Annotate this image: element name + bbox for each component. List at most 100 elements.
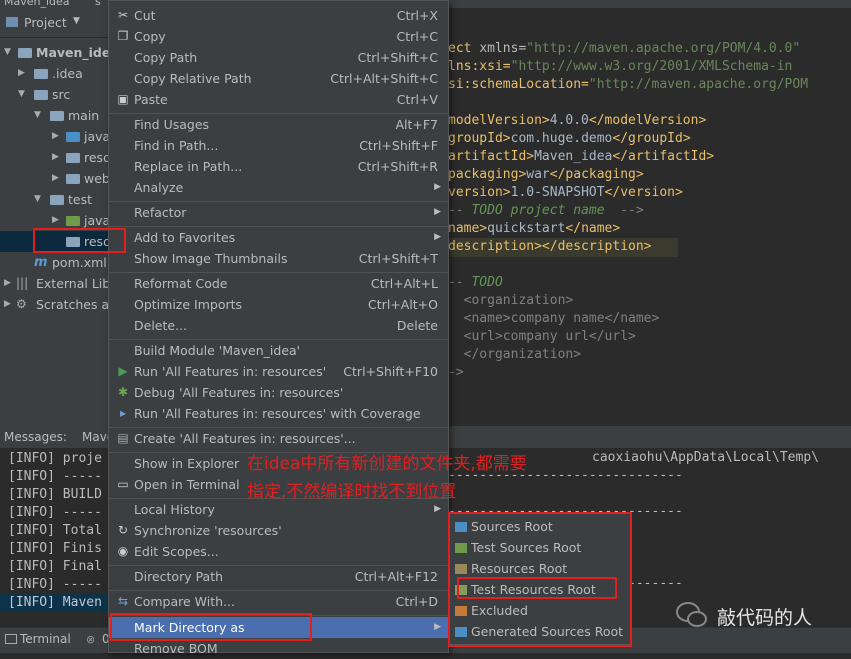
menu-item-shortcut: Ctrl+Alt+L [370,276,438,291]
menu-item-remove-bom[interactable]: Remove BOM [109,638,448,659]
chevron-right-icon[interactable]: ▶ [52,126,59,147]
code-token: <organization> [448,293,574,308]
folder-icon [34,90,48,100]
menu-item-compare-with[interactable]: ⇆ Compare With... Ctrl+D [109,591,448,612]
menu-item-edit-scopes[interactable]: ◉ Edit Scopes... [109,541,448,562]
scissors-icon: ✂ [117,8,129,22]
terminal-icon: ▭ [117,477,129,491]
messages-tool-icon: ⊗ [86,633,96,646]
menu-item-replace-in-path[interactable]: Replace in Path... Ctrl+Shift+R [109,156,448,177]
menu-item-copy[interactable]: ❐ Copy Ctrl+C [109,26,448,47]
folder-icon [66,174,80,184]
code-line: description></description> [448,238,652,256]
code-token: com.huge.demo [510,131,613,146]
tree-item[interactable]: ▶ java [0,126,110,147]
menu-item-shortcut: Ctrl+Shift+F [359,138,438,153]
chevron-down-icon[interactable]: ▼ [4,42,11,63]
menu-item-build-module-maven-idea[interactable]: Build Module 'Maven_idea' [109,340,448,361]
tree-item[interactable]: ▼ test [0,189,110,210]
menu-item-label: Add to Favorites [134,230,236,245]
menu-item-label: Copy Relative Path [134,71,252,86]
project-view-label[interactable]: Project [24,15,67,30]
tree-item[interactable]: ▶ web [0,168,110,189]
tree-item[interactable]: ▼ src [0,84,110,105]
tree-item[interactable]: ▼ main [0,105,110,126]
menu-item-label: Paste [134,92,168,107]
project-panel-header[interactable]: Project ▼ [0,8,110,38]
library-icon: ||| [16,276,29,290]
menu-item-delete[interactable]: Delete... Delete [109,315,448,336]
menu-item-run-all-features-in-resources-with-coverage[interactable]: ▸ Run 'All Features in: resources' with C… [109,403,448,424]
code-token: </packaging> [549,167,644,182]
code-line: -- TODO project name --> [448,202,644,220]
menu-item-label: Optimize Imports [134,297,243,312]
tree-item[interactable]: ▶ reso [0,147,110,168]
menu-item-run-all-features-in-resources[interactable]: ▶ Run 'All Features in: resources' Ctrl+Sh… [109,361,448,382]
menu-item-copy-path[interactable]: Copy Path Ctrl+Shift+C [109,47,448,68]
menu-item-add-to-favorites[interactable]: Add to Favorites ▶ [109,227,448,248]
submenu-arrow-icon: ▶ [434,207,441,217]
code-token: modelVersion> [448,113,550,128]
menu-item-find-usages[interactable]: Find Usages Alt+F7 [109,114,448,135]
code-line: lns:xsi="http://www.w3.org/2001/XMLSchem… [448,58,792,76]
menu-item-synchronize-resources[interactable]: ↻ Synchronize 'resources' [109,520,448,541]
code-token: -> [448,365,464,380]
menu-item-label: Run 'All Features in: resources' [134,364,327,379]
menu-item-label: Build Module 'Maven_idea' [134,343,301,358]
menu-item-analyze[interactable]: Analyze ▶ [109,177,448,198]
menu-item-cut[interactable]: ✂ Cut Ctrl+X [109,5,448,26]
chevron-down-icon[interactable]: ▼ [18,84,25,105]
menu-item-show-image-thumbnails[interactable]: Show Image Thumbnails Ctrl+Shift+T [109,248,448,269]
scratches-icon: ⚙ [16,297,27,311]
menu-item-shortcut: Delete [396,318,438,333]
menu-item-label: Show Image Thumbnails [134,251,288,266]
chevron-down-icon[interactable]: ▼ [34,105,41,126]
code-line: ect xmlns="http://maven.apache.org/POM/4… [448,40,800,58]
submenu-arrow-icon: ▶ [434,232,441,242]
code-token: "http://maven.apache.org/POM/4.0.0" [526,41,801,56]
highlight-box-test-resources-root [457,577,617,599]
menu-item-paste[interactable]: ▣ Paste Ctrl+V [109,89,448,110]
chevron-right-icon[interactable]: ▶ [52,168,59,189]
chevron-right-icon[interactable]: ▶ [4,273,11,294]
code-token: -- [448,275,472,290]
menu-item-shortcut: Ctrl+D [395,594,438,609]
messages-tab[interactable]: Messages: [4,430,67,444]
terminal-tab[interactable]: Terminal [20,632,71,646]
terminal-icon [5,634,17,644]
log-line: [INFO] Total [8,523,102,538]
code-line: <organization> [448,292,574,310]
folder-icon [34,69,48,79]
menu-item-create-all-features-in-resources[interactable]: ▤ Create 'All Features in: resources'... [109,428,448,449]
submenu-arrow-icon: ▶ [434,182,441,192]
debug-icon: ✱ [117,385,129,399]
tree-item[interactable]: m pom.xml [0,252,110,273]
tree-item[interactable]: ▼ Maven_idea [0,42,110,63]
menu-item-reformat-code[interactable]: Reformat Code Ctrl+Alt+L [109,273,448,294]
code-token: war [526,167,550,182]
code-line: modelVersion>4.0.0</modelVersion> [448,112,706,130]
editor-tab-fragment[interactable]: s [95,0,101,8]
wechat-icon [676,602,707,627]
tree-item[interactable]: ▶ ||| External Libra [0,273,110,294]
chevron-right-icon[interactable]: ▶ [18,63,25,84]
menu-item-debug-all-features-in-resources[interactable]: ✱ Debug 'All Features in: resources' [109,382,448,403]
menu-item-copy-relative-path[interactable]: Copy Relative Path Ctrl+Alt+Shift+C [109,68,448,89]
menu-item-find-in-path[interactable]: Find in Path... Ctrl+Shift+F [109,135,448,156]
chevron-right-icon[interactable]: ▶ [4,294,11,315]
code-token: packaging> [448,167,527,182]
chevron-down-icon[interactable]: ▼ [73,16,80,26]
menu-item-optimize-imports[interactable]: Optimize Imports Ctrl+Alt+O [109,294,448,315]
menu-item-label: Edit Scopes... [134,544,219,559]
chevron-down-icon[interactable]: ▼ [34,189,41,210]
tree-item[interactable]: ▶ ⚙ Scratches and [0,294,110,315]
menu-item-label: Show in Explorer [134,456,240,471]
code-token: 4.0.0 [549,113,589,128]
code-token: si:schemaLocation= [448,77,589,92]
menu-item-label: Create 'All Features in: resources'... [134,431,356,446]
menu-item-directory-path[interactable]: Directory Path Ctrl+Alt+F12 [109,566,448,587]
tree-item[interactable]: ▶ .idea [0,63,110,84]
menu-item-label: Copy Path [134,50,198,65]
menu-item-refactor[interactable]: Refactor ▶ [109,202,448,223]
chevron-right-icon[interactable]: ▶ [52,147,59,168]
